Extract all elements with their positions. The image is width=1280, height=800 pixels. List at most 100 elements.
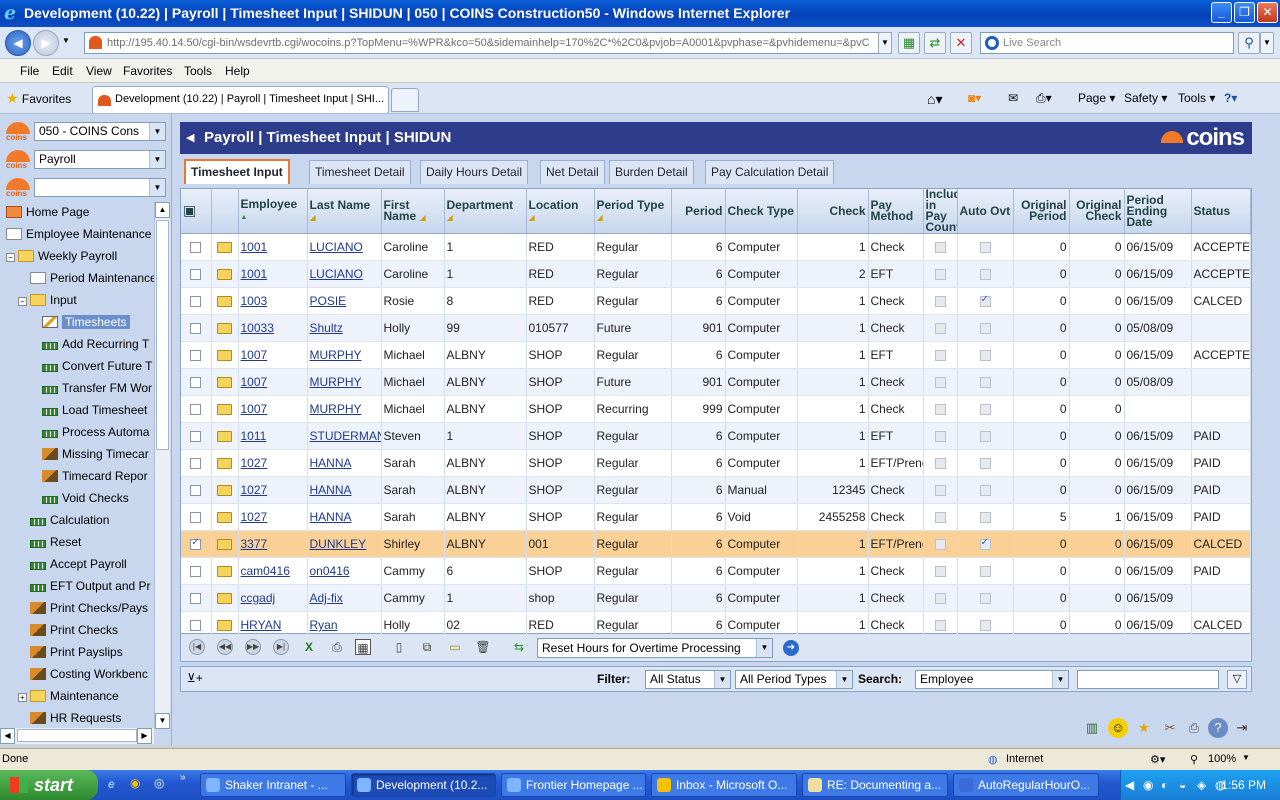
submodule-select[interactable]: ▼ [34, 178, 166, 197]
column-header-period[interactable]: Period [671, 189, 726, 234]
employee-link[interactable]: 3377 [241, 537, 268, 551]
excel-export-icon[interactable]: X [301, 639, 317, 655]
last-name-cell[interactable]: POSIE [307, 287, 382, 315]
row-select-checkbox[interactable] [190, 566, 202, 578]
row-select-checkbox[interactable] [190, 404, 202, 416]
open-folder-icon[interactable] [217, 269, 232, 281]
home-icon[interactable]: ⌂▾ [927, 91, 942, 108]
employee-link[interactable]: 1007 [241, 375, 268, 389]
table-row[interactable]: cam0416 on0416 Cammy 6 SHOP Regular 6 Computer 1… [181, 557, 1251, 585]
row-select-checkbox[interactable] [190, 620, 202, 632]
open-folder-icon[interactable] [217, 377, 232, 389]
column-header-auto-ovt[interactable]: Auto Ovt [957, 189, 1014, 234]
employee-link[interactable]: 1027 [241, 456, 268, 470]
column-header-first-name[interactable]: First Name ◢ [381, 189, 445, 234]
last-name-link[interactable]: MURPHY [310, 402, 362, 416]
scroll-up-icon[interactable]: ▲ [155, 202, 170, 218]
employee-link[interactable]: 10033 [241, 321, 274, 335]
open-record-cell[interactable] [211, 557, 239, 585]
column-header-status[interactable]: Status [1191, 189, 1251, 234]
last-name-cell[interactable]: HANNA [307, 476, 382, 504]
row-select-cell[interactable] [181, 287, 212, 315]
employee-cell[interactable]: 1003 [238, 287, 308, 315]
tree-item-home-page[interactable]: Home Page [6, 202, 89, 223]
taskbar-item-inbox-outlook[interactable]: Inbox - Microsoft O... [651, 773, 797, 797]
open-folder-icon[interactable] [217, 296, 232, 308]
open-record-cell[interactable] [211, 476, 239, 504]
employee-cell[interactable]: 1011 [238, 422, 308, 450]
open-folder-icon[interactable]: ▭ [447, 639, 463, 655]
calculator-icon[interactable]: ▦ [355, 639, 371, 655]
row-select-checkbox[interactable] [190, 296, 202, 308]
column-header-last-name[interactable]: Last Name ◢ [307, 189, 382, 234]
open-record-cell[interactable] [211, 287, 239, 315]
tray-shield-icon[interactable]: ◒ [1179, 778, 1186, 792]
menu-edit[interactable]: Edit [52, 64, 73, 78]
tree-item-reset[interactable]: Reset [30, 532, 81, 553]
last-name-link[interactable]: POSIE [310, 294, 347, 308]
open-record-cell[interactable] [211, 422, 239, 450]
search-go-button[interactable]: ⚲ [1238, 32, 1260, 54]
tab-daily-hours-detail[interactable]: Daily Hours Detail [420, 160, 529, 184]
tree-item-employee-maintenance[interactable]: Employee Maintenance [6, 224, 151, 245]
status-filter-select[interactable]: All Status ▼ [645, 670, 731, 689]
row-select-cell[interactable] [181, 557, 212, 585]
tab-burden-detail[interactable]: Burden Detail [609, 160, 694, 184]
apply-filter-button[interactable]: ▽ [1227, 670, 1247, 689]
last-name-link[interactable]: on0416 [310, 564, 350, 578]
tree-item-accept-payroll[interactable]: Accept Payroll [30, 554, 127, 575]
last-name-cell[interactable]: HANNA [307, 503, 382, 531]
go-arrow-icon[interactable]: ➜ [783, 640, 799, 656]
employee-cell[interactable]: 1027 [238, 503, 308, 531]
last-name-cell[interactable]: MURPHY [307, 395, 382, 423]
module-select[interactable]: Payroll ▼ [34, 150, 166, 169]
last-name-link[interactable]: MURPHY [310, 348, 362, 362]
employee-link[interactable]: 1027 [241, 510, 268, 524]
row-select-cell[interactable] [181, 476, 212, 504]
print-icon[interactable]: ⎙ [329, 639, 345, 655]
tab-timesheet-detail[interactable]: Timesheet Detail [309, 160, 411, 184]
search-field-select[interactable]: Employee ▼ [915, 670, 1069, 689]
quicklaunch-outlook-icon[interactable]: ◎ [154, 776, 164, 790]
back-button[interactable]: ◀ [5, 30, 31, 56]
table-row[interactable]: 10033 Shultz Holly 99 010577 Future 901 Compute… [181, 314, 1251, 342]
open-folder-icon[interactable] [217, 431, 232, 443]
column-header-period-ending-date[interactable]: Period Ending Date [1124, 189, 1192, 234]
protected-mode-icon[interactable]: ⚙▾ [1150, 753, 1165, 766]
row-select-checkbox[interactable] [190, 269, 202, 281]
column-header-original-check[interactable]: Original Check [1069, 189, 1125, 234]
tray-expand-icon[interactable]: ◀ [1125, 778, 1134, 792]
table-row[interactable]: 1007 MURPHY Michael ALBNY SHOP Future 901 Compu… [181, 368, 1251, 396]
taskbar-item-frontier-homepage[interactable]: Frontier Homepage ... [501, 773, 646, 797]
print-icon[interactable]: ⎙▾ [1036, 91, 1052, 106]
delete-icon[interactable]: 🗑 [475, 639, 491, 655]
employee-cell[interactable]: 1007 [238, 341, 308, 369]
tree-item-costing-workbench[interactable]: Costing Workbenc [30, 664, 148, 685]
tree-item-hr-requests[interactable]: HR Requests [30, 708, 121, 729]
row-select-checkbox[interactable] [190, 593, 202, 605]
last-name-link[interactable]: Adj-fix [310, 591, 343, 605]
tray-firefox-icon[interactable]: ◉ [1143, 778, 1153, 792]
quicklaunch-firefox-icon[interactable]: ◉ [130, 776, 140, 790]
column-header-period-type[interactable]: Period Type ◢ [594, 189, 672, 234]
row-select-cell[interactable] [181, 584, 212, 612]
search-input[interactable] [1077, 670, 1219, 689]
open-folder-icon[interactable] [217, 539, 232, 551]
column-header-pay-method[interactable]: Pay Method [868, 189, 924, 234]
help-icon[interactable]: ?▾ [1224, 91, 1237, 105]
tab-pay-calculation-detail[interactable]: Pay Calculation Detail [705, 160, 835, 184]
tab-timesheet-input[interactable]: Timesheet Input [184, 159, 290, 184]
tree-item-timecard-report[interactable]: Timecard Repor [42, 466, 148, 487]
employee-cell[interactable]: 1007 [238, 368, 308, 396]
open-folder-icon[interactable] [217, 512, 232, 524]
tree-item-weekly-payroll[interactable]: − Weekly Payroll [6, 246, 117, 267]
last-name-cell[interactable]: LUCIANO [307, 233, 382, 261]
column-header-check-type[interactable]: Check Type [725, 189, 798, 234]
last-name-cell[interactable]: on0416 [307, 557, 382, 585]
row-select-checkbox[interactable] [190, 431, 202, 443]
row-select-cell[interactable] [181, 368, 212, 396]
row-select-cell[interactable] [181, 314, 212, 342]
close-button[interactable]: ✕ [1257, 2, 1278, 23]
employee-cell[interactable]: 1027 [238, 476, 308, 504]
books-icon[interactable]: ▥ [1082, 718, 1102, 738]
